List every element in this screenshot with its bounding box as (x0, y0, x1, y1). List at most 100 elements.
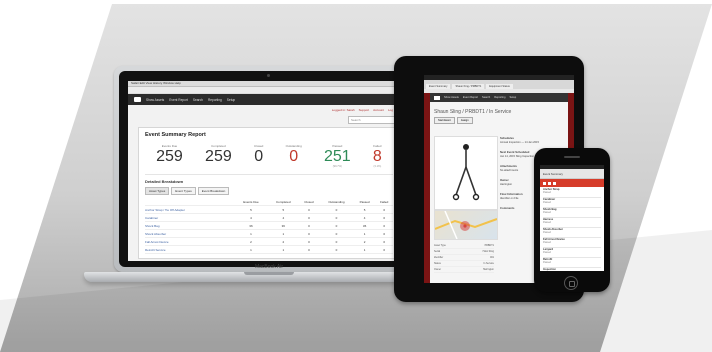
map-pin-icon (434, 210, 498, 240)
tab-event-types[interactable]: Event Types (171, 187, 196, 195)
list-item-status: Passed (543, 221, 551, 224)
asset-type-link[interactable]: Retrofit Service (145, 245, 235, 254)
list-item[interactable]: Carabiner Passed (543, 198, 601, 208)
table-cell: 2 (234, 237, 268, 246)
laptop-lid: Safari Edit View History Window Help Sho… (114, 66, 424, 272)
table-cell: 1 (353, 229, 376, 238)
detail-value: 001 (490, 256, 494, 259)
browser-tab[interactable]: Equipment Status (486, 84, 513, 89)
sling-icon (452, 144, 480, 201)
assign-button[interactable]: Assign (456, 117, 473, 124)
table-row[interactable]: Anchor Strap / Tie Off Adapter 5 5 0 0 5 0 (145, 205, 393, 214)
table-cell: 0 (375, 245, 393, 254)
section-text: Annual Inspection — 14 Jan 2015 (500, 141, 539, 144)
column-header[interactable]: Completed (267, 198, 299, 206)
column-header[interactable]: Outstanding (319, 198, 354, 206)
column-header[interactable]: Passed (353, 198, 376, 206)
tab-event-breakdown[interactable]: Event Breakdown (197, 187, 230, 195)
table-row[interactable]: Fall Arrest Device 2 2 0 0 2 0 (145, 237, 393, 246)
search-icon[interactable] (553, 181, 556, 185)
list-item[interactable]: Shock Absorber Passed (543, 228, 601, 238)
column-header[interactable]: Events Due (234, 198, 268, 206)
list-item[interactable]: Lanyard Passed (543, 248, 601, 258)
laptop-brand: MacBook Air (254, 264, 284, 270)
schedules-section: Schedules Annual Inspection — 14 Jan 2015 (500, 136, 564, 144)
stat-value: 0 (254, 148, 264, 165)
table-cell: 4 (267, 213, 299, 222)
table-cell: 0 (375, 205, 393, 214)
search-row: Search (128, 115, 410, 124)
search-input[interactable]: Search (348, 115, 398, 124)
event-summary-report: Event Summary Report Events Due 259 Comp… (138, 127, 400, 259)
home-button[interactable] (564, 276, 578, 290)
table-cell: 1 (234, 229, 268, 238)
user-link-account[interactable]: Account (373, 108, 384, 112)
nav-item-reporting[interactable]: Reporting (208, 98, 222, 102)
table-body: Anchor Strap / Tie Off Adapter 5 5 0 0 5 0 Cara… (145, 205, 393, 254)
table-row[interactable]: Shock Bag 36 36 0 0 36 0 (145, 221, 393, 230)
asset-type-link[interactable]: Anchor Strap / Tie Off Adapter (145, 205, 235, 214)
table-cell: 1 (353, 245, 376, 254)
nav-item[interactable]: Event Report (463, 96, 478, 99)
list-item[interactable]: InspectionPassed (543, 268, 601, 271)
user-link-login[interactable]: Logged in: Sarah (332, 108, 355, 112)
table-row[interactable]: Shock Absorber 1 1 0 0 1 0 (145, 229, 393, 238)
column-header[interactable]: Closed (298, 198, 319, 206)
nav-item-setup[interactable]: Setup (227, 98, 235, 102)
list-item-status: Passed (543, 261, 551, 264)
menu-icon[interactable] (543, 181, 546, 185)
asset-type-link[interactable]: Carabiner (145, 213, 235, 222)
nav-item[interactable]: Reporting (494, 96, 505, 99)
asset-type-link[interactable]: Fall Arrest Device (145, 237, 235, 246)
browser-tab[interactable]: Shaun King / PRBDT1 (452, 84, 485, 89)
table-cell: 1 (267, 245, 299, 254)
table-row[interactable]: Retrofit Service 1 1 0 0 1 0 (145, 245, 393, 254)
table-cell: 4 (353, 213, 376, 222)
list-item[interactable]: Shock Bag Passed (543, 208, 601, 218)
nav-item-event-report[interactable]: Event Report (169, 98, 188, 102)
nav-item-show-assets[interactable]: Show Assets (146, 98, 164, 102)
detail-value: PRBDT1 (484, 244, 494, 247)
location-map[interactable] (434, 210, 498, 240)
app-logo[interactable] (134, 97, 141, 102)
nav-item[interactable]: Show Assets (444, 96, 459, 99)
asset-actions: Start Event Assign (434, 117, 564, 124)
table-row[interactable]: Carabiner 4 4 0 0 4 0 (145, 213, 393, 222)
home-icon[interactable] (548, 181, 551, 185)
laptop-bezel: Safari Edit View History Window Help Sho… (119, 71, 419, 267)
start-event-button[interactable]: Start Event (434, 117, 455, 124)
table-cell: 0 (319, 229, 354, 238)
nav-item-search[interactable]: Search (193, 98, 203, 102)
asset-title: Shaun Sling / PRBDT1 / In Service (434, 109, 512, 115)
laptop-notch (244, 272, 294, 275)
asset-type-link[interactable]: Shock Bag (145, 221, 235, 230)
detail-key: Asset Type (434, 244, 446, 247)
list-item[interactable]: Harness Passed (543, 218, 601, 228)
asset-details: Asset Type PRBDT1 Serial Hoist Sling Ident… (434, 243, 494, 273)
stat-events-due: Events Due 259 (156, 144, 183, 168)
list-item[interactable]: Retrofit Passed (543, 258, 601, 268)
table-cell: 0 (298, 237, 319, 246)
browser-tab[interactable]: Event Summary (426, 84, 451, 89)
phone-header: Event Summary (540, 169, 604, 179)
stat-outstanding: Outstanding 0 (286, 144, 302, 168)
stat-note: (99.7%) (332, 165, 342, 168)
table-cell: 0 (298, 221, 319, 230)
table-cell: 5 (267, 205, 299, 214)
nav-item[interactable]: Setup (509, 96, 516, 99)
list-item[interactable]: Fall Arrest Device Passed (543, 238, 601, 248)
stat-note: (3.1%) (373, 165, 382, 168)
section-title: Schedules (500, 136, 514, 140)
stat-value: 251 (323, 148, 351, 165)
asset-type-link[interactable]: Shock Absorber (145, 229, 235, 238)
app-logo[interactable] (434, 95, 440, 100)
tab-asset-types[interactable]: Asset Types (145, 187, 170, 195)
list-item[interactable]: Anchor Strap Passed (543, 188, 601, 198)
stat-note (205, 165, 232, 168)
detail-value: In Service (483, 262, 494, 265)
table-cell: 0 (375, 229, 393, 238)
column-header[interactable]: Failed (375, 198, 393, 206)
detail-key: Owner (434, 268, 442, 271)
user-link-support[interactable]: Support (359, 108, 370, 112)
nav-item[interactable]: Search (482, 96, 490, 99)
